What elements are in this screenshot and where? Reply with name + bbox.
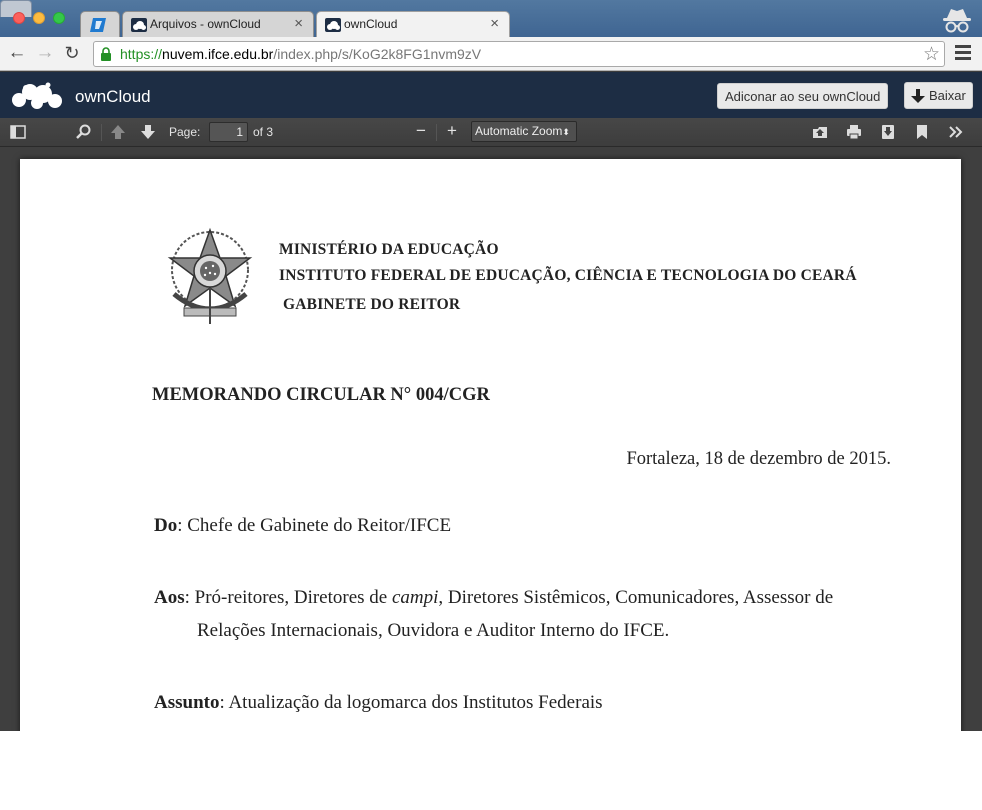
select-arrow-icon: ⬍ xyxy=(562,127,570,137)
maximize-window-button[interactable] xyxy=(53,12,65,24)
download-button[interactable]: Baixar xyxy=(904,82,973,109)
owncloud-icon xyxy=(325,18,341,32)
to-label: Aos xyxy=(154,587,185,608)
open-file-icon[interactable] xyxy=(812,124,828,140)
double-chevron-right-icon[interactable] xyxy=(948,124,964,140)
previous-page-icon[interactable] xyxy=(110,124,126,140)
tab-owncloud-active[interactable]: ownCloud × xyxy=(316,11,510,38)
to-line-continuation: Relações Internacionais, Ouvidora e Audi… xyxy=(197,620,670,641)
from-label: Do xyxy=(154,515,178,536)
zoom-out-button[interactable]: − xyxy=(416,121,426,141)
to-value-part1: : Pró-reitores, Diretores de xyxy=(184,587,392,608)
from-line: Do: Chefe de Gabinete do Reitor/IFCE xyxy=(154,515,451,537)
url-path: /index.php/s/KoG2k8FG1nvm9zV xyxy=(273,46,482,62)
forward-button[interactable]: → xyxy=(34,42,56,64)
subject-label: Assunto xyxy=(154,692,220,713)
pdf-page: MINISTÉRIO DA EDUCAÇÃO INSTITUTO FEDERAL… xyxy=(20,159,961,731)
search-icon[interactable] xyxy=(76,124,92,140)
header-institute: INSTITUTO FEDERAL DE EDUCAÇÃO, CIÊNCIA E… xyxy=(279,267,857,284)
page-label: Page: xyxy=(169,125,201,139)
url-text: https://nuvem.ifce.edu.br/index.php/s/Ko… xyxy=(120,46,481,62)
app-name: ownCloud xyxy=(75,87,151,106)
sidebar-toggle-icon[interactable] xyxy=(10,124,26,140)
owncloud-logo[interactable] xyxy=(10,80,64,110)
to-line: Aos: Pró-reitores, Diretores de campi, D… xyxy=(154,587,833,609)
subject-value: : Atualização da logomarca dos Instituto… xyxy=(219,692,603,713)
tab-title: ownCloud xyxy=(344,17,398,31)
add-to-owncloud-button[interactable]: Adiconar ao seu ownCloud xyxy=(717,83,889,109)
reload-button[interactable]: ↻ xyxy=(61,42,83,64)
from-value: : Chefe de Gabinete do Reitor/IFCE xyxy=(177,515,452,536)
tab-close-icon[interactable]: × xyxy=(294,15,303,32)
print-icon[interactable] xyxy=(846,124,862,140)
to-value-part2: , Diretores Sistêmicos, Comunicadores, A… xyxy=(438,587,834,608)
save-icon[interactable] xyxy=(880,124,896,140)
pdf-viewer[interactable]: MINISTÉRIO DA EDUCAÇÃO INSTITUTO FEDERAL… xyxy=(0,147,982,731)
close-window-button[interactable] xyxy=(13,12,25,24)
owncloud-header: ownCloud Adiconar ao seu ownCloud Baixar xyxy=(0,72,982,118)
browser-menu-icon[interactable] xyxy=(955,45,971,61)
page-count: of 3 xyxy=(253,125,274,139)
lock-icon xyxy=(101,47,111,61)
next-page-icon[interactable] xyxy=(140,124,156,140)
tab-close-icon[interactable]: × xyxy=(490,15,499,32)
zoom-in-button[interactable]: + xyxy=(447,121,457,141)
tab-pinned[interactable] xyxy=(80,11,120,37)
blue-app-icon xyxy=(90,18,106,32)
header-ministry: MINISTÉRIO DA EDUCAÇÃO xyxy=(279,241,499,258)
subject-line: Assunto: Atualização da logomarca dos In… xyxy=(154,692,603,714)
header-office: GABINETE DO REITOR xyxy=(283,296,461,313)
tab-arquivos[interactable]: Arquivos - ownCloud × xyxy=(122,11,314,37)
zoom-value: Automatic Zoom xyxy=(475,124,563,138)
address-bar[interactable]: https://nuvem.ifce.edu.br/index.php/s/Ko… xyxy=(93,41,945,67)
tab-strip: Arquivos - ownCloud × ownCloud × xyxy=(0,0,982,38)
memo-title: MEMORANDO CIRCULAR N° 004/CGR xyxy=(152,385,490,405)
download-icon xyxy=(911,89,925,103)
coat-of-arms-emblem xyxy=(167,227,253,324)
page-number-input[interactable] xyxy=(209,122,248,142)
incognito-icon xyxy=(943,9,971,33)
zoom-select[interactable]: Automatic Zoom⬍ xyxy=(471,121,577,142)
place-date: Fortaleza, 18 de dezembro de 2015. xyxy=(626,449,891,469)
tab-title: Arquivos - ownCloud xyxy=(150,17,261,31)
minimize-window-button[interactable] xyxy=(33,12,45,24)
pdf-toolbar: Page: of 3 − + Automatic Zoom⬍ xyxy=(0,118,982,147)
browser-window: Arquivos - ownCloud × ownCloud × ← → ↻ h… xyxy=(0,0,982,731)
url-host: nuvem.ifce.edu.br xyxy=(162,46,274,62)
to-value-italic: campi xyxy=(391,587,439,608)
owncloud-icon xyxy=(131,18,147,32)
download-label: Baixar xyxy=(929,88,966,103)
bookmark-icon[interactable] xyxy=(914,124,930,140)
back-button[interactable]: ← xyxy=(6,42,28,64)
toolbar-separator xyxy=(436,124,437,141)
toolbar-separator xyxy=(101,124,102,141)
bookmark-star-icon[interactable]: ☆ xyxy=(923,43,940,66)
browser-toolbar: ← → ↻ https://nuvem.ifce.edu.br/index.ph… xyxy=(0,37,982,71)
url-scheme: https:// xyxy=(120,46,163,62)
